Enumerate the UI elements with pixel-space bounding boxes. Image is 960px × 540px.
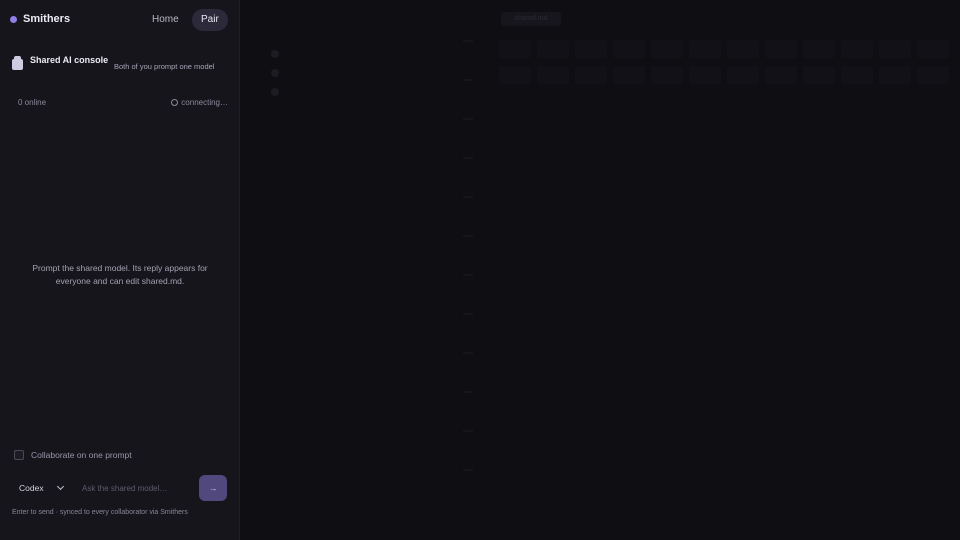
grid-cell xyxy=(879,40,911,58)
grid-cell xyxy=(499,66,531,84)
send-button[interactable]: → xyxy=(199,475,227,501)
grid-cell xyxy=(499,40,531,58)
online-count: 0 online xyxy=(18,98,47,107)
console-subtitle: Both of you prompt one model xyxy=(114,62,215,71)
grid-cell xyxy=(537,66,569,84)
list-item[interactable] xyxy=(271,82,285,101)
avatar-icon xyxy=(271,68,279,77)
connection-status-label: connecting… xyxy=(181,98,228,107)
avatar-icon xyxy=(271,87,279,96)
grid-cell xyxy=(917,40,949,58)
grid-cell xyxy=(727,66,759,84)
gutter-mark xyxy=(463,40,473,42)
console-icon xyxy=(12,56,23,70)
grid-cell xyxy=(651,66,683,84)
grid-row xyxy=(499,66,949,84)
participant-list xyxy=(271,44,285,101)
grid-cell xyxy=(917,66,949,84)
grid-cell xyxy=(575,40,607,58)
status-row: 0 online connecting… xyxy=(18,98,228,110)
grid-cell xyxy=(803,40,835,58)
connection-status: connecting… xyxy=(171,98,228,107)
grid-cell xyxy=(537,40,569,58)
grid-cell xyxy=(841,66,873,84)
gutter-mark xyxy=(463,79,473,81)
gutter-mark xyxy=(463,391,473,393)
brand[interactable]: Smithers xyxy=(10,13,70,25)
empty-state-message: Prompt the shared model. Its reply appea… xyxy=(32,263,208,286)
gutter-mark xyxy=(463,118,473,120)
avatar-icon xyxy=(271,49,279,58)
prompt-composer: Codex → xyxy=(12,473,228,503)
brand-dot-icon xyxy=(10,15,17,23)
list-item[interactable] xyxy=(271,63,285,82)
top-bar: Smithers Home Pair xyxy=(0,0,240,40)
shared-document-area: shared.md xyxy=(241,0,960,540)
gutter-mark xyxy=(463,274,473,276)
composer-hint: Enter to send · synced to every collabor… xyxy=(12,509,188,516)
gutter-mark xyxy=(463,352,473,354)
grid-cell xyxy=(689,66,721,84)
collaborate-label: Collaborate on one prompt xyxy=(31,450,132,460)
brand-name: Smithers xyxy=(23,13,71,25)
grid-cell xyxy=(689,40,721,58)
prompt-input[interactable] xyxy=(76,477,194,499)
gutter-mark xyxy=(463,469,473,471)
chevron-down-icon xyxy=(56,482,65,491)
document-title: shared.md xyxy=(501,12,561,26)
gutter-mark xyxy=(463,196,473,198)
line-gutter xyxy=(463,40,481,520)
gutter-mark xyxy=(463,313,473,315)
nav-pair-tab[interactable]: Pair xyxy=(192,9,228,31)
model-select-value: Codex xyxy=(19,483,44,493)
grid-cell xyxy=(613,66,645,84)
model-select[interactable]: Codex xyxy=(12,477,70,499)
list-item[interactable] xyxy=(271,44,285,63)
gutter-mark xyxy=(463,157,473,159)
console-header: Shared AI console Both of you prompt one… xyxy=(12,54,232,84)
grid-cell xyxy=(651,40,683,58)
grid-row xyxy=(499,40,949,58)
grid-cell xyxy=(575,66,607,84)
grid-cell xyxy=(803,66,835,84)
gutter-mark xyxy=(463,235,473,237)
grid-cell xyxy=(841,40,873,58)
grid-cell xyxy=(765,66,797,84)
spinner-icon xyxy=(171,99,179,106)
document-status xyxy=(882,13,944,25)
grid-cell xyxy=(879,66,911,84)
grid-cell xyxy=(765,40,797,58)
collaborate-checkbox[interactable] xyxy=(14,450,24,460)
nav-home-tab[interactable]: Home xyxy=(146,9,185,31)
collaborate-toggle[interactable]: Collaborate on one prompt xyxy=(14,450,132,460)
grid-cell xyxy=(613,40,645,58)
console-title: Shared AI console xyxy=(30,55,109,65)
gutter-mark xyxy=(463,430,473,432)
sidebar: Smithers Home Pair Shared AI console Bot… xyxy=(0,0,240,540)
grid-cell xyxy=(727,40,759,58)
document-grid xyxy=(499,40,949,110)
